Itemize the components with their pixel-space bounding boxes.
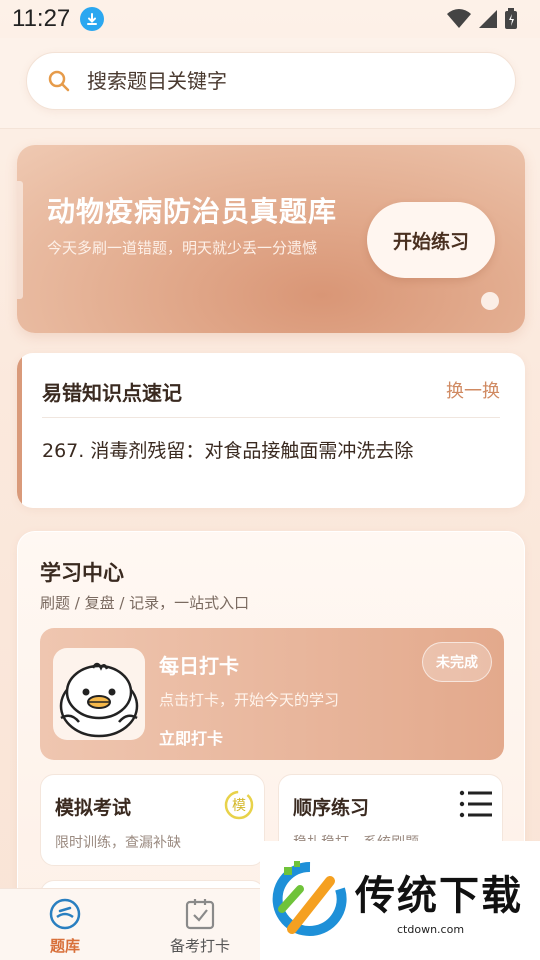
tab-question-bank[interactable]: 题库: [48, 897, 82, 956]
status-time: 11:27: [12, 5, 71, 32]
knowledge-divider: [42, 417, 500, 418]
study-subtitle: 刷题 / 复盘 / 记录，一站式入口: [40, 594, 250, 612]
banner-edge: [17, 181, 23, 299]
knowledge-accent-bar: [17, 353, 22, 508]
signal-icon: [479, 10, 497, 28]
switch-button[interactable]: 换一换: [446, 377, 500, 403]
search-bar[interactable]: [26, 52, 516, 110]
question-bank-icon: [49, 898, 81, 930]
start-practice-button[interactable]: 开始练习: [367, 202, 495, 278]
battery-icon: [505, 8, 517, 29]
clipboard-check-icon: [185, 899, 215, 930]
mock-exam-title: 模拟考试: [55, 797, 132, 819]
status-badge: 未完成: [422, 642, 492, 682]
download-icon: [80, 7, 105, 31]
banner-title: 动物疫病防治员真题库: [47, 195, 338, 228]
knowledge-title: 易错知识点速记: [42, 381, 182, 405]
hero-banner[interactable]: 动物疫病防治员真题库 今天多刷一道错题，明天就少丢一分遗憾 开始练习: [17, 145, 525, 333]
header-divider: [0, 128, 540, 129]
mock-exam-subtitle: 限时训练，查漏补缺: [55, 835, 181, 851]
knowledge-item: 267. 消毒剂残留：对食品接触面需冲洗去除: [42, 440, 414, 462]
search-icon: [48, 70, 70, 92]
wifi-icon: [447, 9, 471, 28]
checkin-now-link[interactable]: 立即打卡: [159, 725, 223, 749]
watermark-url: ctdown.com: [397, 923, 465, 936]
list-icon: [459, 790, 492, 818]
mock-exam-icon-char: 模: [232, 798, 246, 814]
status-left: 11:27: [12, 5, 105, 33]
watermark: 传统下载 ctdown.com: [260, 841, 540, 960]
watermark-text: 传统下载: [355, 873, 523, 919]
tab-checkin[interactable]: 备考打卡: [170, 897, 230, 956]
checkin-title: 每日打卡: [159, 654, 239, 678]
banner-subtitle: 今天多刷一道错题，明天就少丢一分遗憾: [47, 239, 318, 257]
status-bar: 11:27: [0, 0, 540, 38]
watermark-logo-icon: [272, 861, 347, 936]
carousel-indicator: [481, 292, 499, 310]
tab-label-question-bank: 题库: [49, 937, 80, 955]
mock-exam-icon: 模: [224, 790, 254, 820]
study-title: 学习中心: [40, 561, 124, 585]
status-right: [446, 8, 518, 30]
checkin-subtitle: 点击打卡，开始今天的学习: [159, 691, 340, 709]
knowledge-card: 易错知识点速记 换一换 267. 消毒剂残留：对食品接触面需冲洗去除: [17, 353, 525, 508]
search-input[interactable]: [87, 69, 467, 93]
duck-avatar: [53, 648, 145, 740]
tab-label-checkin: 备考打卡: [170, 937, 231, 955]
mock-exam-card[interactable]: 模拟考试 限时训练，查漏补缺 模: [40, 774, 265, 866]
daily-checkin-card[interactable]: 每日打卡 点击打卡，开始今天的学习 立即打卡 未完成: [40, 628, 504, 760]
sequential-practice-title: 顺序练习: [293, 797, 370, 819]
